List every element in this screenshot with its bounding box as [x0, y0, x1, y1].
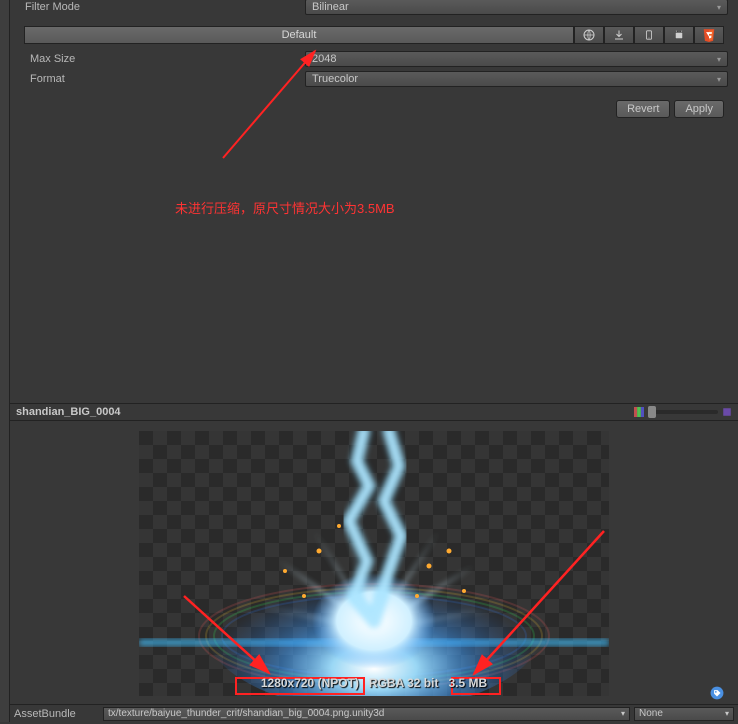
- annotation-arrow-2: [179, 591, 319, 686]
- dropdown-arrow-icon: ▾: [621, 709, 625, 718]
- info-color-format: RGBA 32 bit: [369, 676, 439, 690]
- android-icon: [673, 29, 685, 41]
- format-label: Format: [10, 73, 305, 85]
- max-size-dropdown[interactable]: 2048 ▾: [305, 51, 728, 67]
- asset-bundle-variant-value: None: [639, 708, 663, 719]
- inspector-container: Filter Mode Bilinear ▾ Default Max Size …: [0, 0, 738, 722]
- asset-bundle-bar: AssetBundle tx/texture/baiyue_thunder_cr…: [10, 704, 738, 722]
- info-filesize: 3.5 MB: [448, 676, 487, 690]
- preview-controls: [634, 407, 732, 417]
- platform-tab-standalone[interactable]: [604, 26, 634, 44]
- dropdown-arrow-icon: ▾: [717, 75, 721, 84]
- button-row: Revert Apply: [10, 90, 738, 118]
- platform-tab-ios[interactable]: [634, 26, 664, 44]
- rgb-icon[interactable]: [634, 407, 644, 417]
- asset-bundle-label: AssetBundle: [14, 708, 99, 720]
- annotation-text: 未进行压缩，原尺寸情况大小为3.5MB: [175, 198, 395, 217]
- filter-mode-label: Filter Mode: [10, 1, 305, 13]
- phone-icon: [644, 28, 654, 42]
- texture-preview: 1280x720 (NPOT) RGBA 32 bit 3.5 MB: [139, 431, 609, 696]
- annotation-arrow-3: [464, 526, 614, 686]
- dropdown-arrow-icon: ▾: [717, 55, 721, 64]
- platform-tab-web[interactable]: [574, 26, 604, 44]
- asset-bundle-name-value: tx/texture/baiyue_thunder_crit/shandian_…: [108, 708, 384, 719]
- apply-button[interactable]: Apply: [674, 100, 724, 118]
- revert-button[interactable]: Revert: [616, 100, 670, 118]
- format-dropdown[interactable]: Truecolor ▾: [305, 71, 728, 87]
- slider-thumb: [648, 406, 656, 418]
- left-edge: [0, 0, 10, 722]
- asset-bundle-name-dropdown[interactable]: tx/texture/baiyue_thunder_crit/shandian_…: [103, 707, 630, 721]
- dropdown-arrow-icon: ▾: [717, 3, 721, 12]
- globe-icon: [583, 29, 595, 41]
- info-resolution: 1280x720 (NPOT): [261, 676, 359, 690]
- mip-icon[interactable]: [722, 407, 732, 417]
- download-icon: [613, 29, 625, 41]
- max-size-value: 2048: [312, 53, 336, 65]
- preview-area: 1280x720 (NPOT) RGBA 32 bit 3.5 MB: [10, 422, 738, 704]
- filter-mode-value: Bilinear: [312, 1, 349, 13]
- platform-tab-android[interactable]: [664, 26, 694, 44]
- preview-header: shandian_BIG_0004: [10, 403, 738, 421]
- platform-tab-default[interactable]: Default: [24, 26, 574, 44]
- platform-tab-default-label: Default: [282, 29, 317, 41]
- texture-info-bar: 1280x720 (NPOT) RGBA 32 bit 3.5 MB: [139, 676, 609, 690]
- preview-title: shandian_BIG_0004: [16, 406, 121, 418]
- asset-bundle-variant-dropdown[interactable]: None ▾: [634, 707, 734, 721]
- mip-slider[interactable]: [648, 410, 718, 414]
- lightning-effect: [139, 431, 609, 696]
- platform-tab-webgl[interactable]: [694, 26, 724, 44]
- max-size-label: Max Size: [10, 53, 305, 65]
- filter-mode-dropdown[interactable]: Bilinear ▾: [305, 0, 728, 15]
- html5-icon: [702, 28, 716, 42]
- tag-icon[interactable]: [710, 686, 724, 700]
- platform-bar: Default: [24, 26, 724, 44]
- dropdown-arrow-icon: ▾: [725, 709, 729, 718]
- format-value: Truecolor: [312, 73, 358, 85]
